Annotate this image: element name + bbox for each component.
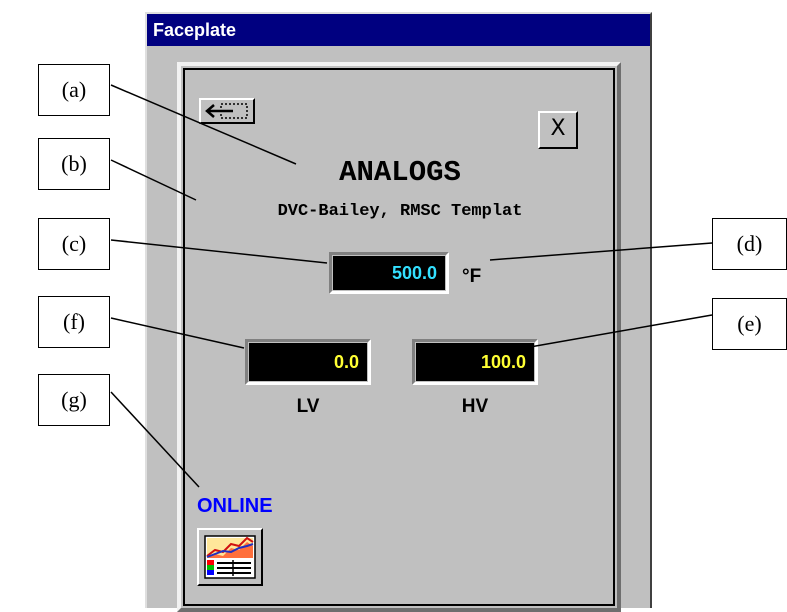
callout-c: (c) bbox=[38, 218, 110, 270]
callout-a: (a) bbox=[38, 64, 110, 116]
callout-e: (e) bbox=[712, 298, 787, 350]
callout-b: (b) bbox=[38, 138, 110, 190]
callout-f: (f) bbox=[38, 296, 110, 348]
callout-d: (d) bbox=[712, 218, 787, 270]
callout-leader-lines bbox=[110, 84, 713, 488]
callout-g: (g) bbox=[38, 374, 110, 426]
